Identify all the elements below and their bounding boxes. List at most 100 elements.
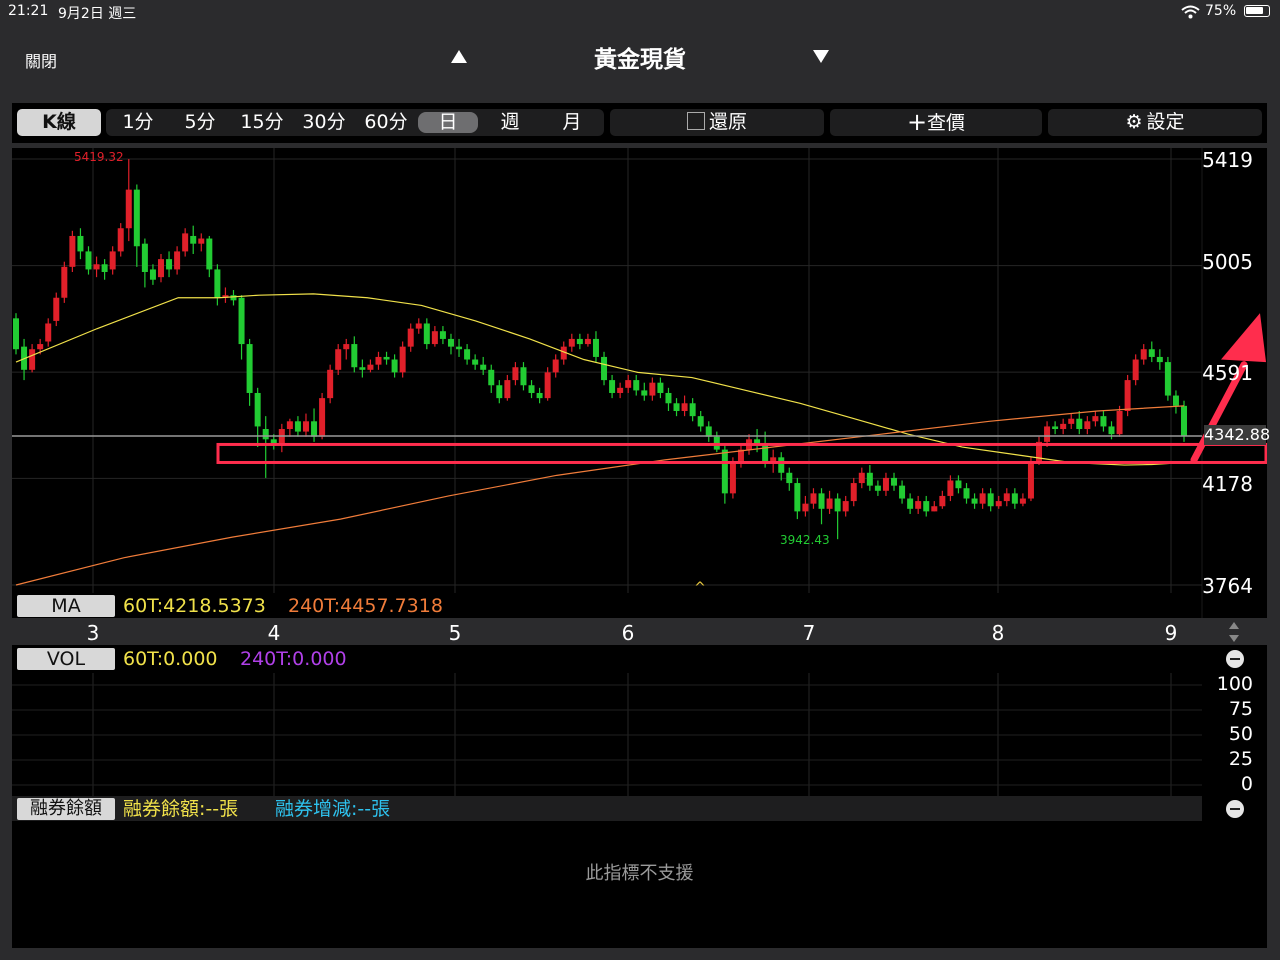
resize-handle-icon[interactable] <box>1228 621 1240 643</box>
period-1min[interactable]: 1分 <box>110 109 166 136</box>
settings-button[interactable]: ⚙ 設定 <box>1048 109 1262 136</box>
status-time: 21:21 <box>8 3 49 19</box>
ma-240-legend: 240T:4457.7318 <box>288 595 443 617</box>
quote-button[interactable]: +查價 <box>830 109 1042 136</box>
period-15min[interactable]: 15分 <box>232 109 292 136</box>
candle-body <box>536 392 543 399</box>
candle-body <box>1076 418 1083 430</box>
collapse-margin-icon[interactable] <box>1226 800 1244 818</box>
candle-body <box>544 372 551 399</box>
period-60min[interactable]: 60分 <box>356 109 416 136</box>
candle-body <box>93 264 100 270</box>
candle-body <box>1108 426 1115 435</box>
candle-body <box>407 328 414 347</box>
unsupported-notice: 此指標不支援 <box>585 863 694 884</box>
checkbox-icon[interactable] <box>686 112 705 130</box>
candle-body <box>729 462 736 494</box>
period-day[interactable]: 日 <box>418 112 478 133</box>
candle-body <box>1011 493 1018 504</box>
x-tick-label: 9 <box>1164 621 1178 645</box>
candle-body <box>343 344 350 350</box>
margin-tag[interactable]: 融券餘額 <box>17 798 115 820</box>
candle-body <box>882 477 889 491</box>
candle-body <box>504 380 511 399</box>
candle-body <box>1124 380 1131 411</box>
vol-tag[interactable]: VOL <box>17 648 115 670</box>
candle-body <box>705 426 712 437</box>
candle-body <box>995 501 1002 507</box>
candle-body <box>85 251 92 270</box>
candle-body <box>13 318 19 350</box>
period-30min[interactable]: 30分 <box>294 109 354 136</box>
candle-body <box>931 506 938 512</box>
current-price-label: 4342.88 <box>1204 425 1271 445</box>
restore-label: 還原 <box>708 111 747 133</box>
candle-body <box>697 416 704 427</box>
x-tick-label: 4 <box>267 621 281 645</box>
candle-body <box>899 485 906 499</box>
ma-tag[interactable]: MA <box>17 595 115 617</box>
candle-body <box>359 367 366 370</box>
candle-body <box>818 493 825 509</box>
collapse-vol-icon[interactable] <box>1226 650 1244 668</box>
candle-body <box>1181 405 1187 436</box>
close-button[interactable]: 關閉 <box>25 48 57 72</box>
candle-body <box>609 380 616 393</box>
period-week[interactable]: 週 <box>480 109 540 136</box>
candle-body <box>383 356 390 360</box>
candle-body <box>53 297 60 321</box>
candle-body <box>584 338 591 345</box>
chart-toolbar: K線 1分 5分 15分 30分 60分 日 週 月 還原 +查價 ⚙ 設定 <box>12 103 1267 143</box>
candle-body <box>657 382 664 393</box>
price-label: 5419 <box>1202 148 1253 172</box>
candle-body <box>423 323 430 345</box>
candle-body <box>1092 416 1099 422</box>
candle-body <box>29 349 36 370</box>
candle-body <box>625 380 632 388</box>
candle-body <box>61 266 68 298</box>
candle-body <box>262 429 269 440</box>
chart-grid <box>12 148 1203 796</box>
candle-body <box>802 503 809 512</box>
high-price-label: 5419.32 <box>74 150 124 164</box>
candle-body <box>391 359 398 373</box>
ma-60-legend: 60T:4218.5373 <box>123 595 266 617</box>
candle-body <box>351 344 358 368</box>
kline-button[interactable]: K線 <box>17 109 101 136</box>
candle-body <box>617 387 624 393</box>
candle-body <box>673 403 680 411</box>
candle-body <box>834 498 841 512</box>
quote-label: 查價 <box>927 112 966 134</box>
wifi-icon <box>1181 5 1200 19</box>
candle-body <box>778 457 785 473</box>
candle-body <box>439 331 446 339</box>
vol-tick-label: 0 <box>1240 773 1253 795</box>
candle-body <box>157 259 164 278</box>
ma-line-60T <box>15 293 1185 466</box>
candle-body <box>77 235 84 252</box>
candle-body <box>464 349 471 360</box>
x-tick-label: 3 <box>86 621 100 645</box>
vol-60-legend: 60T:0.000 <box>123 648 218 670</box>
candle-body <box>141 243 148 272</box>
price-label: 3764 <box>1202 574 1253 598</box>
restore-toggle[interactable]: 還原 <box>610 109 824 136</box>
previous-arrow-icon[interactable] <box>451 50 467 63</box>
vol-tick-label: 100 <box>1216 673 1253 695</box>
candle-body <box>641 390 648 396</box>
candle-body <box>987 493 994 507</box>
gear-icon: ⚙ <box>1125 111 1143 133</box>
candle-body <box>431 331 438 345</box>
next-arrow-icon[interactable] <box>813 50 829 63</box>
candle-body <box>923 501 930 512</box>
candle-body <box>552 359 559 373</box>
candle-body <box>528 385 535 393</box>
x-tick-label: 7 <box>802 621 816 645</box>
candle-body <box>947 480 954 496</box>
candle-body <box>319 398 326 437</box>
price-chart[interactable]: ^ <box>12 148 1267 948</box>
period-selector: 1分 5分 15分 30分 60分 日 週 月 <box>106 109 604 136</box>
plus-icon: + <box>906 108 928 136</box>
period-5min[interactable]: 5分 <box>170 109 230 136</box>
period-month[interactable]: 月 <box>542 109 602 136</box>
